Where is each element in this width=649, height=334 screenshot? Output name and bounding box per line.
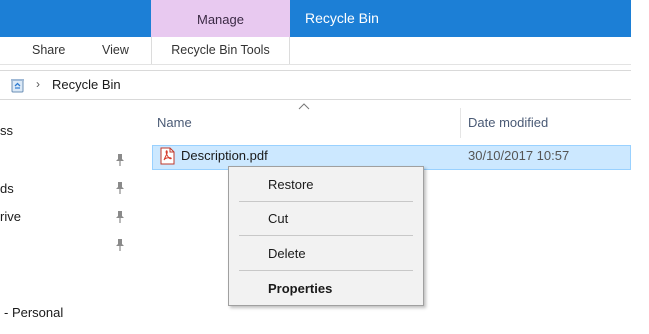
file-name[interactable]: Description.pdf <box>181 148 268 163</box>
pin-icon[interactable] <box>114 153 126 167</box>
menu-separator <box>239 201 413 202</box>
menu-item-label: Cut <box>268 211 289 226</box>
ribbon-divider <box>0 64 631 65</box>
menu-item-label: Restore <box>268 177 314 192</box>
menu-item-restore[interactable]: Restore <box>229 170 423 198</box>
sort-ascending-icon <box>298 103 310 110</box>
column-separator[interactable] <box>460 108 461 138</box>
menu-item-label: Delete <box>268 246 306 261</box>
tab-recycle-bin-tools[interactable]: Recycle Bin Tools <box>151 37 290 64</box>
address-path[interactable]: Recycle Bin <box>52 77 121 92</box>
menu-item-delete[interactable]: Delete <box>229 239 423 267</box>
pin-icon[interactable] <box>114 181 126 195</box>
window-title: Recycle Bin <box>305 10 379 26</box>
window-edge <box>631 0 649 334</box>
pdf-file-icon <box>160 147 175 165</box>
address-bar[interactable]: › Recycle Bin <box>0 70 631 100</box>
tab-share[interactable]: Share <box>32 37 65 64</box>
column-header-name[interactable]: Name <box>157 115 192 130</box>
chevron-right-icon[interactable]: › <box>36 77 40 91</box>
recycle-bin-icon <box>11 79 24 93</box>
tab-view[interactable]: View <box>102 37 129 64</box>
context-menu: Restore Cut Delete Properties <box>228 166 424 306</box>
menu-separator <box>239 235 413 236</box>
file-date-modified: 30/10/2017 10:57 <box>468 148 570 163</box>
pin-icon[interactable] <box>114 238 126 252</box>
menu-item-properties[interactable]: Properties <box>229 274 423 302</box>
nav-item-1[interactable]: ss <box>0 123 13 138</box>
menu-item-label: Properties <box>268 281 333 296</box>
menu-separator <box>239 270 413 271</box>
nav-item-4[interactable]: - Personal <box>4 305 63 320</box>
pin-icon[interactable] <box>114 210 126 224</box>
column-header-date-modified[interactable]: Date modified <box>468 115 548 130</box>
nav-item-2[interactable]: ds <box>0 181 14 196</box>
menu-item-cut[interactable]: Cut <box>229 204 423 232</box>
ribbon-tabs: Share View Recycle Bin Tools <box>0 37 631 64</box>
manage-tab[interactable]: Manage <box>151 0 290 37</box>
nav-item-3[interactable]: rive <box>0 209 21 224</box>
